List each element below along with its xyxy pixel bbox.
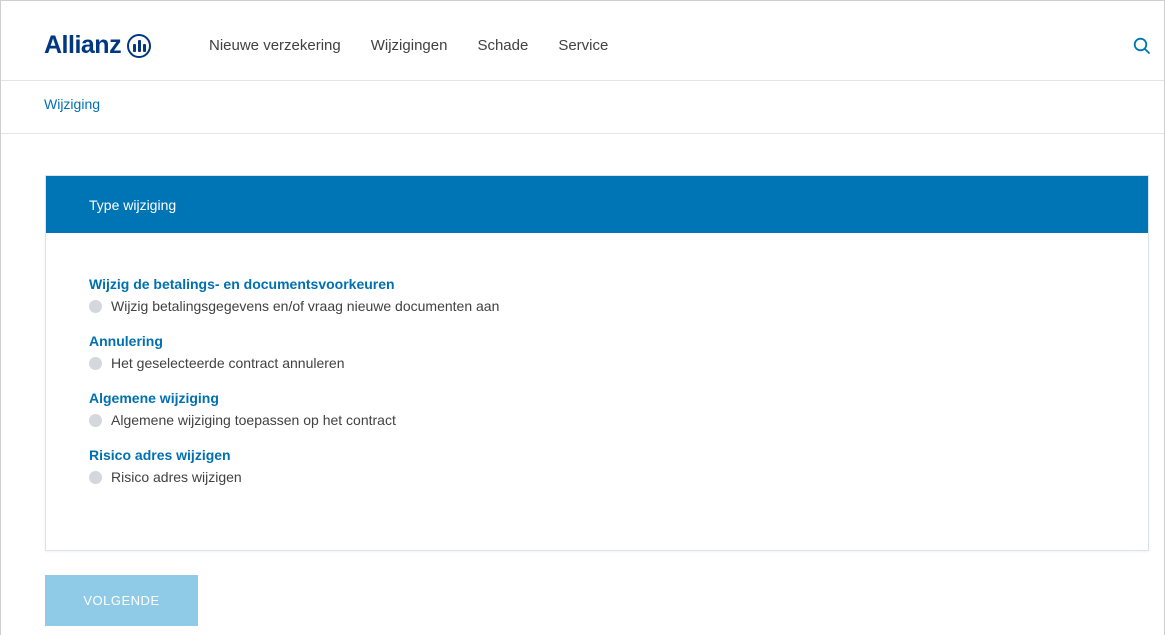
nav-item-nieuwe-verzekering[interactable]: Nieuwe verzekering — [209, 37, 341, 54]
breadcrumb[interactable]: Wijziging — [44, 96, 100, 112]
radio-option-payment-documents[interactable]: Wijzig betalingsgegevens en/of vraag nie… — [89, 298, 499, 314]
next-button[interactable]: VOLGENDE — [45, 575, 198, 626]
nav-item-service[interactable]: Service — [558, 37, 608, 54]
nav-item-wijzigingen[interactable]: Wijzigingen — [371, 37, 448, 54]
option-label: Wijzig betalingsgegevens en/of vraag nie… — [111, 298, 500, 314]
group-general-change: Algemene wijziging Algemene wijziging to… — [89, 390, 499, 428]
group-payment-documents: Wijzig de betalings- en documentsvoorkeu… — [89, 276, 499, 314]
top-navigation-bar: Allianz Nieuwe verzekering Wijzigingen S… — [1, 1, 1164, 81]
breadcrumb-bar: Wijziging — [1, 81, 1164, 134]
group-title: Algemene wijziging — [89, 390, 219, 406]
option-label: Algemene wijziging toepassen op het cont… — [111, 412, 396, 428]
logo-text: Allianz — [44, 31, 122, 59]
radio-button[interactable] — [89, 356, 102, 370]
group-cancellation: Annulering Het geselecteerde contract an… — [89, 333, 499, 371]
allianz-logo[interactable]: Allianz — [44, 31, 152, 60]
option-groups: Wijzig de betalings- en documentsvoorkeu… — [89, 276, 499, 504]
radio-button[interactable] — [89, 299, 102, 313]
option-label: Het geselecteerde contract annuleren — [111, 355, 345, 371]
search-icon[interactable] — [1133, 37, 1151, 55]
change-type-panel: Type wijziging Wijzig de betalings- en d… — [45, 175, 1149, 551]
radio-option-risk-address[interactable]: Risico adres wijzigen — [89, 469, 499, 485]
group-title: Wijzig de betalings- en documentsvoorkeu… — [89, 276, 395, 292]
radio-button[interactable] — [89, 413, 102, 427]
allianz-eagle-icon — [127, 33, 152, 58]
nav-item-schade[interactable]: Schade — [477, 37, 528, 54]
group-title: Annulering — [89, 333, 163, 349]
group-risk-address: Risico adres wijzigen Risico adres wijzi… — [89, 447, 499, 485]
main-nav: Nieuwe verzekering Wijzigingen Schade Se… — [209, 37, 608, 54]
radio-option-general-change[interactable]: Algemene wijziging toepassen op het cont… — [89, 412, 499, 428]
radio-option-cancel-contract[interactable]: Het geselecteerde contract annuleren — [89, 355, 499, 371]
option-label: Risico adres wijzigen — [111, 469, 242, 485]
radio-button[interactable] — [89, 470, 102, 484]
panel-header: Type wijziging — [46, 176, 1148, 233]
group-title: Risico adres wijzigen — [89, 447, 231, 463]
panel-title: Type wijziging — [89, 196, 177, 213]
